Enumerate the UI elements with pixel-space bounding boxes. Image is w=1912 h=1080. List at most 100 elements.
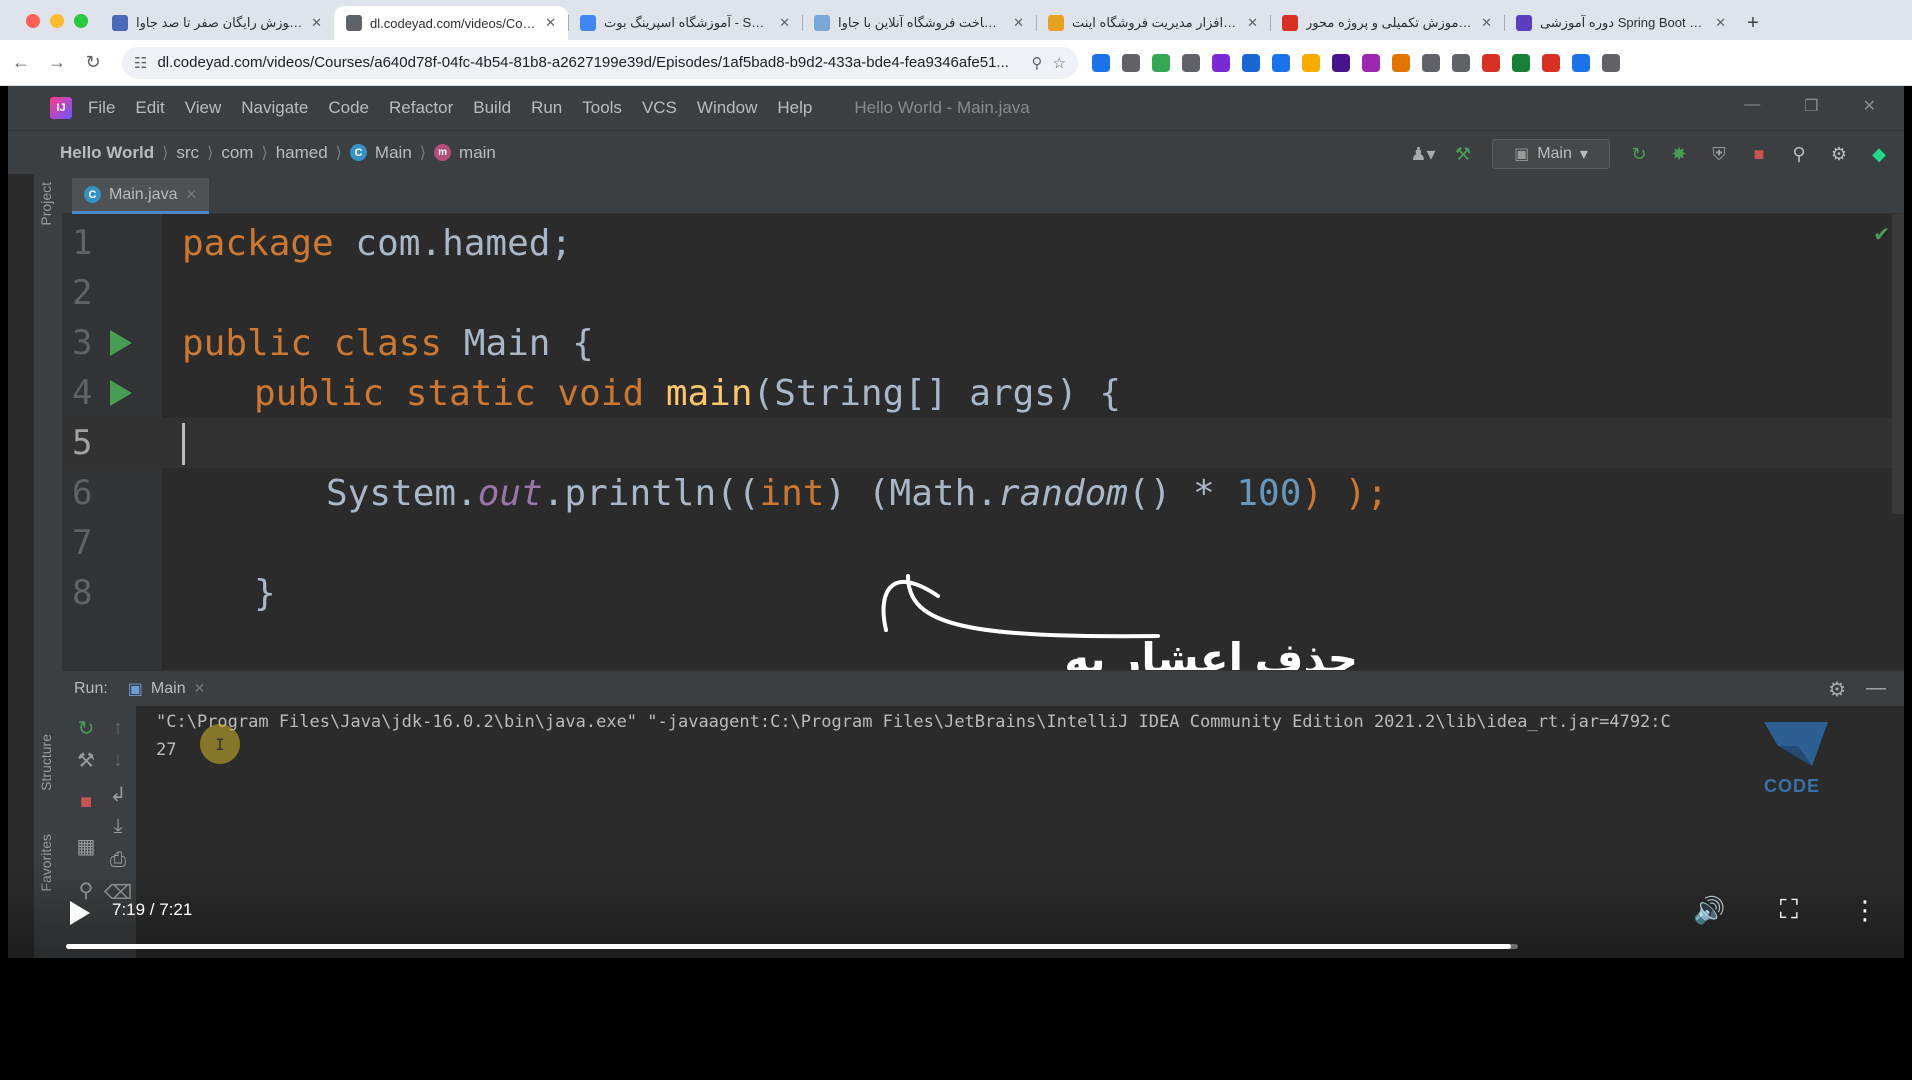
structure-tool-button[interactable]: Structure	[38, 734, 54, 791]
menu-item-view[interactable]: View	[185, 98, 222, 118]
search-icon[interactable]: ⚲	[1788, 143, 1810, 165]
extension-icon[interactable]	[1602, 53, 1620, 72]
close-tab-icon[interactable]: ✕	[1247, 15, 1258, 31]
extension-icon[interactable]	[1302, 53, 1320, 72]
extension-icon[interactable]	[1482, 53, 1500, 72]
extension-icon[interactable]	[1362, 53, 1380, 72]
browser-tab[interactable]: آموزش تکمیلی و پروژه محور Boot ✕	[1270, 6, 1504, 40]
menu-item-refactor[interactable]: Refactor	[389, 98, 453, 118]
back-button[interactable]: ←	[6, 48, 36, 78]
gear-icon[interactable]: ⚙	[1828, 143, 1850, 165]
close-icon[interactable]: ✕	[1863, 96, 1876, 116]
build-hammer-icon[interactable]: ⚒	[1452, 143, 1474, 165]
site-settings-icon[interactable]: ☷	[134, 54, 147, 72]
close-tab-icon[interactable]: ✕	[311, 15, 322, 31]
extension-icon[interactable]	[1452, 53, 1470, 72]
address-bar[interactable]: ☷ dl.codeyad.com/videos/Courses/a640d78f…	[122, 46, 1078, 79]
close-tab-icon[interactable]: ✕	[545, 15, 556, 31]
reload-button[interactable]: ↻	[78, 48, 108, 78]
user-icon[interactable]: ♟▾	[1410, 143, 1435, 165]
extension-icon[interactable]	[1572, 53, 1590, 72]
layout-icon[interactable]: ▦	[74, 834, 98, 858]
extension-icon[interactable]	[1152, 53, 1170, 72]
wrench-icon[interactable]: ⚒	[74, 748, 98, 772]
extension-icon[interactable]	[1212, 53, 1230, 72]
minimize-window-button[interactable]	[50, 14, 64, 28]
close-tab-icon[interactable]: ✕	[1715, 15, 1726, 31]
gear-icon[interactable]: ⚙	[1828, 677, 1846, 702]
run-method-icon[interactable]	[110, 380, 132, 406]
play-button[interactable]	[70, 901, 90, 925]
run-configuration-select[interactable]: ▣ Main ▾	[1492, 139, 1610, 169]
soft-wrap-icon[interactable]: ↲	[106, 782, 130, 806]
menu-item-navigate[interactable]: Navigate	[241, 98, 308, 118]
breadcrumb-class[interactable]: Main	[375, 143, 412, 163]
menu-item-build[interactable]: Build	[473, 98, 511, 118]
fullscreen-icon[interactable]: ⛶	[1780, 894, 1798, 926]
breadcrumb-src[interactable]: src	[176, 143, 199, 163]
arrow-down-icon[interactable]: ↓	[106, 748, 130, 772]
extension-icon[interactable]	[1512, 53, 1530, 72]
breadcrumb-com[interactable]: com	[221, 143, 253, 163]
zoom-icon[interactable]: ⚲	[1032, 54, 1043, 72]
close-window-button[interactable]	[26, 14, 40, 28]
editor-tab-main-java[interactable]: C Main.java ✕	[72, 178, 210, 214]
hide-panel-icon[interactable]: —	[1866, 677, 1886, 702]
browser-tab[interactable]: آموزش رایگان صفر تا صد جاوا (Java) ✕	[100, 6, 334, 40]
menu-item-tools[interactable]: Tools	[582, 98, 622, 118]
bookmark-star-icon[interactable]: ☆	[1053, 54, 1066, 72]
extension-icon[interactable]	[1392, 53, 1410, 72]
menu-item-file[interactable]: File	[88, 98, 115, 118]
menu-item-code[interactable]: Code	[328, 98, 369, 118]
breadcrumb-method[interactable]: main	[459, 143, 496, 163]
extension-icon[interactable]	[1542, 53, 1560, 72]
breadcrumb-hamed[interactable]: hamed	[276, 143, 328, 163]
maximize-window-button[interactable]	[74, 14, 88, 28]
browser-tab[interactable]: آموزشگاه اسپرینگ بوت - Search ✕	[568, 6, 802, 40]
extension-icon[interactable]	[1422, 53, 1440, 72]
close-tab-icon[interactable]: ✕	[185, 186, 197, 203]
menu-item-run[interactable]: Run	[531, 98, 562, 118]
browser-tab[interactable]: نحوه ساخت فروشگاه آنلاین با جاوا ✕	[802, 6, 1036, 40]
minimize-icon[interactable]: —	[1744, 96, 1760, 116]
extension-icon[interactable]	[1092, 53, 1110, 72]
browser-tab[interactable]: پروژه نرم افزار مدیریت فروشگاه اینت... ✕	[1036, 6, 1270, 40]
code-with-me-icon[interactable]: ◆	[1868, 143, 1890, 165]
video-player[interactable]: IJ File Edit View Navigate Code Refactor Build…	[8, 86, 1904, 1080]
restore-icon[interactable]: ❐	[1804, 96, 1818, 116]
extension-icon[interactable]	[1332, 53, 1350, 72]
arrow-up-icon[interactable]: ↑	[106, 716, 130, 740]
menu-item-window[interactable]: Window	[697, 98, 757, 118]
video-progress-bar[interactable]	[66, 944, 1518, 949]
close-run-tab-icon[interactable]: ✕	[194, 680, 206, 697]
rerun-icon[interactable]: ↻	[1628, 143, 1650, 165]
close-tab-icon[interactable]: ✕	[1481, 15, 1492, 31]
extension-icon[interactable]	[1182, 53, 1200, 72]
close-tab-icon[interactable]: ✕	[779, 15, 790, 31]
scroll-to-end-icon[interactable]: ⤓	[106, 814, 130, 838]
volume-icon[interactable]: 🔊	[1693, 895, 1725, 926]
browser-tab[interactable]: dl.codeyad.com/videos/Courses ✕	[334, 6, 568, 40]
stop-icon[interactable]: ■	[74, 790, 98, 814]
run-tab-main[interactable]: ▣ Main ✕	[128, 679, 206, 699]
breadcrumb-project[interactable]: Hello World	[60, 143, 154, 163]
new-tab-button[interactable]: +	[1738, 6, 1768, 40]
extension-icon[interactable]	[1272, 53, 1290, 72]
menu-item-vcs[interactable]: VCS	[642, 98, 677, 118]
coverage-icon[interactable]: ⛨	[1708, 143, 1730, 165]
extension-icon[interactable]	[1122, 53, 1140, 72]
menu-item-edit[interactable]: Edit	[135, 98, 164, 118]
extension-icon[interactable]	[1242, 53, 1260, 72]
rerun-icon[interactable]: ↻	[74, 716, 98, 740]
stop-icon[interactable]: ■	[1748, 143, 1770, 165]
forward-button[interactable]: →	[42, 48, 72, 78]
project-tool-button[interactable]: Project	[38, 182, 54, 226]
debug-bug-icon[interactable]: ✸	[1668, 143, 1690, 165]
url-text[interactable]: dl.codeyad.com/videos/Courses/a640d78f-0…	[157, 54, 1021, 71]
run-class-icon[interactable]	[110, 330, 132, 356]
more-options-icon[interactable]: ⋮	[1852, 895, 1878, 926]
menu-item-help[interactable]: Help	[777, 98, 812, 118]
close-tab-icon[interactable]: ✕	[1013, 15, 1024, 31]
editor-scrollbar[interactable]	[1892, 214, 1904, 514]
browser-tab[interactable]: دوره آموزشی Spring Boot & Framework ✕	[1504, 6, 1738, 40]
